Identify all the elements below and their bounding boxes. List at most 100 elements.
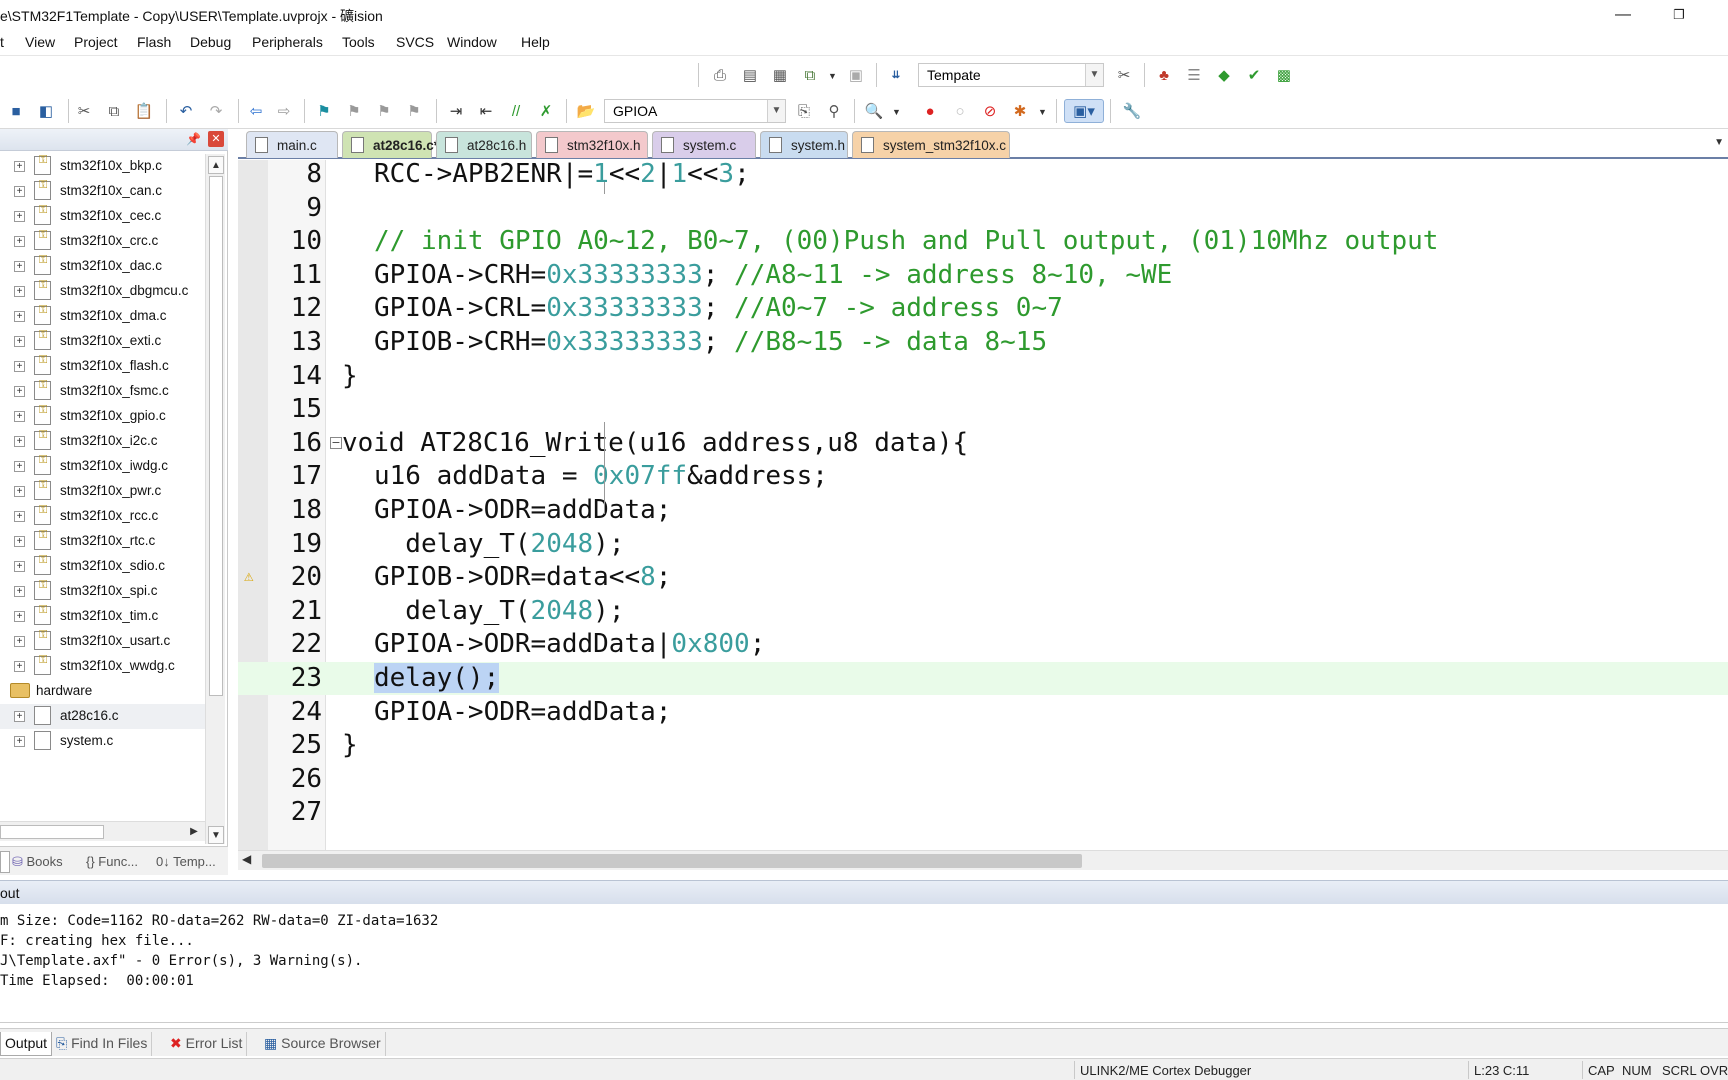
nav-back-icon[interactable]: ⇦: [244, 99, 268, 123]
tree-file-item[interactable]: + stm32f10x_dma.c: [0, 304, 205, 329]
stop-build-icon[interactable]: ▣: [844, 63, 868, 87]
code-line[interactable]: 24 GPIOA->ODR=addData;: [238, 696, 1728, 729]
tree-file-item[interactable]: + stm32f10x_pwr.c: [0, 479, 205, 504]
tree-file-item[interactable]: + stm32f10x_iwdg.c: [0, 454, 205, 479]
expand-icon[interactable]: +: [14, 561, 25, 572]
editor-tab[interactable]: system.c: [652, 131, 756, 158]
editor-horizontal-scrollbar[interactable]: ◀: [238, 850, 1728, 870]
redo-icon[interactable]: ↷: [204, 99, 228, 123]
tree-file-item[interactable]: + stm32f10x_cec.c: [0, 204, 205, 229]
tab-find-in-files[interactable]: ⎘ Find In Files: [52, 1032, 153, 1056]
tab-error-list[interactable]: ✖ Error List: [166, 1032, 248, 1056]
nav-forward-icon[interactable]: ⇨: [272, 99, 296, 123]
runtime-env-icon[interactable]: ▩: [1272, 63, 1296, 87]
tree-group-hardware[interactable]: hardware: [0, 679, 205, 704]
tree-file-item[interactable]: + stm32f10x_sdio.c: [0, 554, 205, 579]
tree-file-item[interactable]: + stm32f10x_tim.c: [0, 604, 205, 629]
target-options-icon[interactable]: ✂: [1112, 63, 1136, 87]
unindent-icon[interactable]: ⇤: [474, 99, 498, 123]
incremental-find-icon[interactable]: ⚲: [822, 99, 846, 123]
download-icon[interactable]: ⇊: [884, 63, 908, 87]
find-in-files-icon[interactable]: 📂: [574, 99, 598, 123]
scroll-left-icon[interactable]: ◀: [242, 852, 251, 866]
expand-icon[interactable]: +: [14, 386, 25, 397]
disable-breakpoint-icon[interactable]: ○: [948, 99, 972, 123]
code-line[interactable]: 14}: [238, 360, 1728, 393]
tab-books[interactable]: ⛁ Books: [8, 851, 67, 873]
tree-file-item[interactable]: + system.c: [0, 729, 205, 754]
code-line[interactable]: 12 GPIOA->CRL=0x33333333; //A0~7 -> addre…: [238, 292, 1728, 325]
tree-file-item[interactable]: + stm32f10x_i2c.c: [0, 429, 205, 454]
chevron-down-icon[interactable]: ▼: [1714, 137, 1724, 148]
scroll-thumb[interactable]: [262, 854, 1082, 868]
close-icon[interactable]: ✕: [208, 131, 224, 147]
editor-tab[interactable]: system.h: [760, 131, 848, 158]
save-icon[interactable]: ■: [4, 99, 28, 123]
tree-file-item[interactable]: + stm32f10x_dbgmcu.c: [0, 279, 205, 304]
tree-file-item[interactable]: + stm32f10x_wwdg.c: [0, 654, 205, 679]
pin-icon[interactable]: 📌: [186, 132, 201, 146]
undo-icon[interactable]: ↶: [174, 99, 198, 123]
expand-icon[interactable]: +: [14, 161, 25, 172]
expand-icon[interactable]: +: [14, 286, 25, 297]
editor-tab[interactable]: system_stm32f10x.c: [852, 131, 1010, 158]
editor-tab[interactable]: at28c16.h: [436, 131, 532, 158]
code-line[interactable]: 17 u16 addData = 0x07ff&address;: [238, 460, 1728, 493]
expand-icon[interactable]: +: [14, 211, 25, 222]
expand-icon[interactable]: +: [14, 361, 25, 372]
tree-file-item[interactable]: + stm32f10x_rtc.c: [0, 529, 205, 554]
minimize-button[interactable]: —: [1600, 2, 1646, 28]
expand-icon[interactable]: +: [14, 611, 25, 622]
menu-svcs[interactable]: SVCS: [396, 34, 434, 50]
expand-icon[interactable]: +: [14, 661, 25, 672]
tree-file-item[interactable]: + stm32f10x_can.c: [0, 179, 205, 204]
code-line[interactable]: 20 GPIOB->ODR=data<<8; ⚠: [238, 561, 1728, 594]
code-line[interactable]: 27: [238, 796, 1728, 829]
menu-tools[interactable]: Tools: [342, 34, 375, 50]
paste-icon[interactable]: 📋: [132, 99, 156, 123]
expand-icon[interactable]: +: [14, 186, 25, 197]
translate-icon[interactable]: ⎙: [708, 63, 732, 87]
expand-icon[interactable]: +: [14, 511, 25, 522]
code-line[interactable]: 11 GPIOA->CRH=0x33333333; //A8~11 -> addr…: [238, 259, 1728, 292]
menu-peripherals[interactable]: Peripherals: [252, 34, 323, 50]
expand-icon[interactable]: +: [14, 311, 25, 322]
tab-output[interactable]: Output: [0, 1032, 53, 1056]
find-icon[interactable]: ⎘: [792, 99, 816, 123]
find-input[interactable]: GPIOA ▼: [604, 99, 786, 123]
indent-icon[interactable]: ⇥: [444, 99, 468, 123]
tree-file-item[interactable]: + stm32f10x_crc.c: [0, 229, 205, 254]
scroll-right-icon[interactable]: ▶: [186, 823, 202, 841]
menu-window[interactable]: Window: [447, 34, 497, 50]
select-packs-icon[interactable]: ✔: [1242, 63, 1266, 87]
fold-toggle-icon[interactable]: −: [330, 436, 342, 449]
tree-horizontal-scrollbar[interactable]: ▶: [0, 821, 205, 841]
chevron-down-icon[interactable]: ▼: [892, 107, 901, 117]
rebuild-icon[interactable]: ▦: [768, 63, 792, 87]
scroll-down-icon[interactable]: ▼: [208, 826, 224, 844]
menu-debug[interactable]: Debug: [190, 34, 231, 50]
tree-file-item[interactable]: + stm32f10x_exti.c: [0, 329, 205, 354]
chevron-down-icon[interactable]: ▼: [1038, 107, 1047, 117]
expand-icon[interactable]: +: [14, 336, 25, 347]
tab-functions[interactable]: {} Func...: [82, 851, 142, 873]
tree-file-item[interactable]: + at28c16.c: [0, 704, 205, 729]
chevron-down-icon[interactable]: ▼: [767, 100, 785, 122]
uncomment-icon[interactable]: ✗: [534, 99, 558, 123]
code-editor[interactable]: 8 RCC->APB2ENR|=1<<2|1<<3; 9 10 // init GPIO…: [238, 159, 1728, 870]
debug-session-icon[interactable]: 🔍: [862, 99, 886, 123]
editor-tab[interactable]: at28c16.c*: [342, 131, 439, 158]
expand-icon[interactable]: +: [14, 536, 25, 547]
menu-flash[interactable]: Flash: [137, 34, 171, 50]
expand-icon[interactable]: +: [14, 736, 25, 747]
copy-icon[interactable]: ⧉: [102, 99, 126, 123]
next-bookmark-icon[interactable]: ⚑: [372, 99, 396, 123]
tab-templates[interactable]: 0↓ Temp...: [152, 851, 220, 873]
kill-breakpoints-icon[interactable]: ⊘: [978, 99, 1002, 123]
code-line[interactable]: 23 delay();: [238, 662, 1728, 695]
window-layout-icon[interactable]: ▣▾: [1064, 99, 1104, 123]
chevron-down-icon[interactable]: ▼: [828, 71, 837, 81]
save-all-icon[interactable]: ◧: [34, 99, 58, 123]
code-line[interactable]: 25}: [238, 729, 1728, 762]
tree-file-item[interactable]: + stm32f10x_rcc.c: [0, 504, 205, 529]
